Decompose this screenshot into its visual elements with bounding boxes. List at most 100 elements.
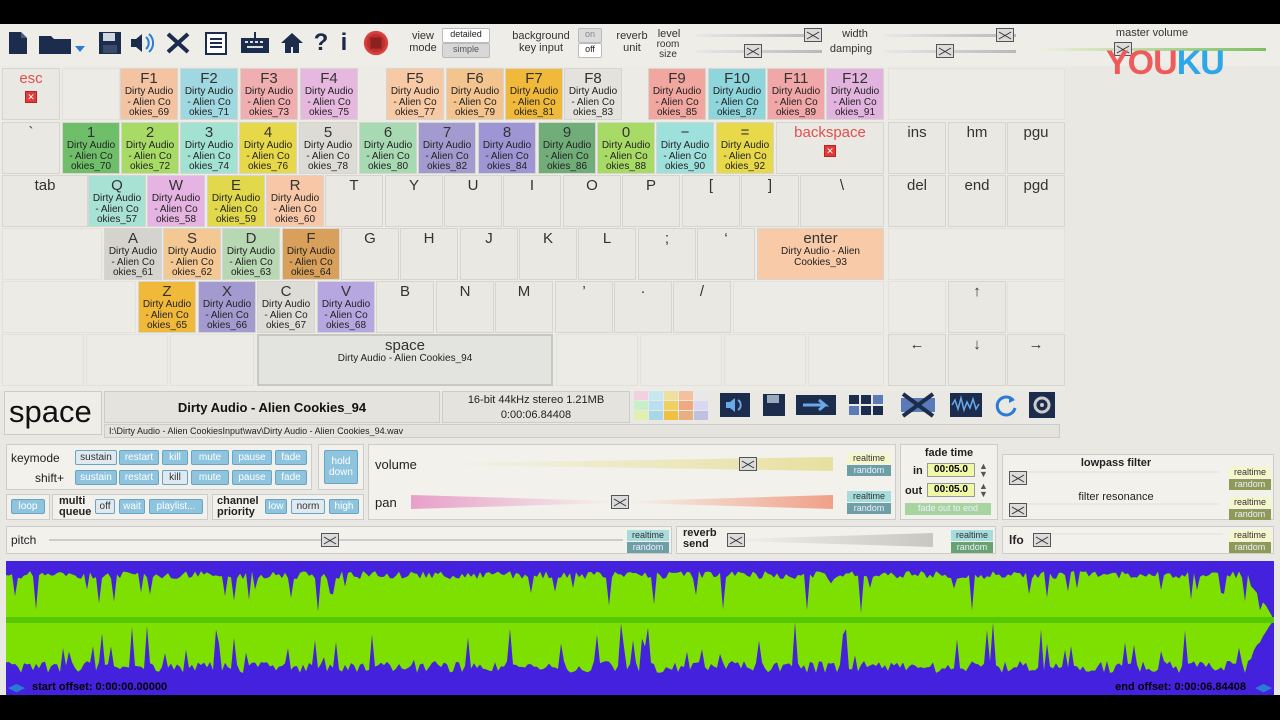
key-f[interactable]: F Dirty Audio - Alien Co okies_64: [282, 228, 340, 280]
key-m[interactable]: M: [495, 281, 553, 333]
reverb-send-knob[interactable]: [727, 533, 745, 547]
key-k1[interactable]: 1 Dirty Audio - Alien Co okies_70: [62, 122, 120, 174]
shift-pause-button[interactable]: pause: [232, 470, 272, 485]
key-a[interactable]: A Dirty Audio - Alien Co okies_61: [104, 228, 162, 280]
key-f4[interactable]: F4 Dirty Audio - Alien Co okies_75: [300, 68, 358, 120]
keymode-kill-button[interactable]: kill: [162, 450, 188, 465]
shift-mute-button[interactable]: mute: [191, 470, 229, 485]
palette-swatch[interactable]: [664, 411, 678, 420]
key-v[interactable]: V Dirty Audio - Alien Co okies_68: [317, 281, 375, 333]
key-del[interactable]: del: [888, 175, 946, 227]
key-space[interactable]: space Dirty Audio - Alien Cookies_94: [257, 334, 553, 386]
reverb-send-realtime-toggle[interactable]: realtime: [951, 530, 993, 541]
arrange-icon[interactable]: [846, 390, 886, 420]
key-d[interactable]: D Dirty Audio - Alien Co okies_63: [222, 228, 280, 280]
key-f12[interactable]: F12 Dirty Audio - Alien Co okies_91: [826, 68, 884, 120]
key-p[interactable]: P: [622, 175, 680, 227]
key-lbr[interactable]: [: [682, 175, 740, 227]
palette-swatch[interactable]: [649, 411, 663, 420]
pan-knob[interactable]: [611, 495, 629, 509]
refresh-icon[interactable]: [992, 390, 1020, 420]
key-j[interactable]: J: [460, 228, 518, 280]
key-x[interactable]: X Dirty Audio - Alien Co okies_66: [198, 281, 256, 333]
key-f11[interactable]: F11 Dirty Audio - Alien Co okies_89: [767, 68, 825, 120]
palette-swatch[interactable]: [679, 391, 693, 400]
key-y[interactable]: Y: [385, 175, 443, 227]
shift-restart-button[interactable]: restart: [119, 470, 159, 485]
reverb-room-size-slider[interactable]: [696, 44, 822, 58]
key-backspace[interactable]: backspace ✕: [776, 122, 884, 174]
fade-in-stepper-icon[interactable]: ▲ ▼: [979, 462, 988, 479]
reverb-level-knob[interactable]: [804, 28, 822, 42]
pan-slider[interactable]: [411, 495, 833, 509]
lfo-knob[interactable]: [1033, 533, 1051, 547]
palette-swatch[interactable]: [694, 411, 708, 420]
key-f2[interactable]: F2 Dirty Audio - Alien Co okies_71: [180, 68, 238, 120]
keymode-restart-button[interactable]: restart: [119, 450, 159, 465]
waveform-edit-icon[interactable]: [948, 390, 984, 420]
reverb-room-size-knob[interactable]: [744, 44, 762, 58]
key-bslash[interactable]: \: [800, 175, 884, 227]
end-offset-handle-icon[interactable]: ◀▶: [1255, 681, 1272, 694]
key-o[interactable]: O: [563, 175, 621, 227]
palette-swatch[interactable]: [634, 411, 648, 420]
hold-down-button[interactable]: hold down: [324, 450, 358, 484]
palette-swatch[interactable]: [664, 391, 678, 400]
palette-swatch[interactable]: [679, 411, 693, 420]
priority-high-button[interactable]: high: [329, 499, 359, 514]
key-ins[interactable]: ins: [888, 122, 946, 174]
pitch-knob[interactable]: [321, 533, 339, 547]
shift-fade-button[interactable]: fade: [275, 470, 307, 485]
key-k7[interactable]: 7 Dirty Audio - Alien Co okies_82: [418, 122, 476, 174]
fade-out-to-end-button[interactable]: fade out to end: [905, 503, 991, 515]
waveform-display[interactable]: start offset: 0:00:00.00000 end offset: …: [6, 561, 1274, 695]
key-enter[interactable]: enter Dirty Audio - Alien Cookies_93: [757, 228, 884, 280]
key-k4[interactable]: 4 Dirty Audio - Alien Co okies_76: [239, 122, 297, 174]
palette-swatch[interactable]: [649, 401, 663, 410]
filter-resonance-slider[interactable]: [1009, 503, 1219, 517]
start-offset-handle-icon[interactable]: ◀▶: [8, 681, 25, 694]
lowpass-filter-slider[interactable]: [1009, 471, 1219, 485]
key-k5[interactable]: 5 Dirty Audio - Alien Co okies_78: [299, 122, 357, 174]
speaker-icon[interactable]: [718, 390, 752, 420]
info-icon[interactable]: i: [334, 28, 354, 58]
shift-sustain-button[interactable]: sustain: [75, 470, 117, 485]
palette-swatch[interactable]: [634, 391, 648, 400]
volume-slider[interactable]: [433, 457, 833, 471]
key-minus[interactable]: − Dirty Audio - Alien Co okies_90: [656, 122, 714, 174]
reverb-send-random-toggle[interactable]: random: [951, 542, 993, 553]
pitch-slider[interactable]: [49, 533, 623, 547]
key-b[interactable]: B: [376, 281, 434, 333]
key-f8[interactable]: F8 Dirty Audio - Alien Co okies_83: [564, 68, 622, 120]
keymode-sustain-button[interactable]: sustain: [75, 450, 117, 465]
key-quote[interactable]: ‘: [697, 228, 755, 280]
save-sample-icon[interactable]: [760, 390, 788, 420]
volume-knob[interactable]: [739, 457, 757, 471]
key-pgd[interactable]: pgd: [1007, 175, 1065, 227]
pan-realtime-toggle[interactable]: realtime: [847, 491, 891, 502]
key-f6[interactable]: F6 Dirty Audio - Alien Co okies_79: [446, 68, 504, 120]
key-w[interactable]: W Dirty Audio - Alien Co okies_58: [147, 175, 205, 227]
pan-random-toggle[interactable]: random: [847, 503, 891, 514]
key-e[interactable]: E Dirty Audio - Alien Co okies_59: [207, 175, 265, 227]
key-k3[interactable]: 3 Dirty Audio - Alien Co okies_74: [180, 122, 238, 174]
audio-settings-icon[interactable]: [128, 28, 156, 58]
key-tab[interactable]: tab: [2, 175, 88, 227]
key-f9[interactable]: F9 Dirty Audio - Alien Co okies_85: [648, 68, 706, 120]
key-slash[interactable]: /: [673, 281, 731, 333]
notes-icon[interactable]: [202, 28, 230, 58]
palette-swatch[interactable]: [694, 391, 708, 400]
key-f10[interactable]: F10 Dirty Audio - Alien Co okies_87: [708, 68, 766, 120]
key-equals[interactable]: = Dirty Audio - Alien Co okies_92: [716, 122, 774, 174]
multi-queue-wait-button[interactable]: wait: [119, 499, 145, 514]
lowpass-filter-knob[interactable]: [1009, 471, 1027, 485]
palette-swatch[interactable]: [694, 401, 708, 410]
save-icon[interactable]: [96, 28, 124, 58]
palette-swatch[interactable]: [634, 401, 648, 410]
background-input-on-button[interactable]: on: [578, 28, 602, 43]
key-h[interactable]: H: [400, 228, 458, 280]
fade-in-field[interactable]: 00:05.0: [927, 463, 975, 477]
lfo-realtime-toggle[interactable]: realtime: [1229, 530, 1271, 541]
palette-swatch[interactable]: [649, 391, 663, 400]
priority-low-button[interactable]: low: [265, 499, 287, 514]
